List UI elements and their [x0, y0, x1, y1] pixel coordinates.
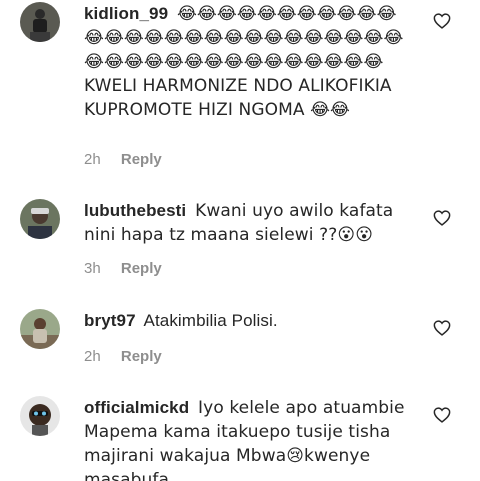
comment-text: Atakimbilia Polisi.	[143, 311, 278, 330]
comment-time: 2h	[84, 151, 101, 168]
reply-button[interactable]: Reply	[121, 260, 162, 277]
comment-username[interactable]: officialmickd	[84, 398, 189, 417]
comment-username[interactable]: kidlion_99	[84, 4, 168, 23]
comment-body: officialmickd Iyo kelele apo atuambie Ma…	[84, 396, 410, 481]
reply-button[interactable]: Reply	[121, 151, 162, 168]
avatar[interactable]	[20, 309, 60, 349]
comment-body: kidlion_99 😂😂😂😂😂😂😂😂😂😂😂😂😂😂😂😂😂😂😂😂😂😂😂😂😂😂😂😂😂…	[84, 2, 410, 122]
like-heart-icon[interactable]	[433, 320, 451, 336]
comment-time: 3h	[84, 260, 101, 277]
comment-time: 2h	[84, 348, 101, 365]
comment-meta: 2h Reply	[84, 348, 162, 365]
like-heart-icon[interactable]	[433, 13, 451, 29]
avatar[interactable]	[20, 199, 60, 239]
comment-username[interactable]: lubuthebesti	[84, 201, 186, 220]
avatar[interactable]	[20, 2, 60, 42]
comment-username[interactable]: bryt97	[84, 311, 136, 330]
like-heart-icon[interactable]	[433, 210, 451, 226]
avatar[interactable]	[20, 396, 60, 436]
like-heart-icon[interactable]	[433, 407, 451, 423]
comment-body: lubuthebesti Kwani uyo awilo kafata nini…	[84, 199, 410, 247]
comment-meta: 3h Reply	[84, 260, 162, 277]
comment-list: kidlion_99 😂😂😂😂😂😂😂😂😂😂😂😂😂😂😂😂😂😂😂😂😂😂😂😂😂😂😂😂😂…	[0, 0, 480, 481]
comment-meta: 2h Reply	[84, 151, 162, 168]
reply-button[interactable]: Reply	[121, 348, 162, 365]
comment-body: bryt97 Atakimbilia Polisi.	[84, 309, 410, 332]
